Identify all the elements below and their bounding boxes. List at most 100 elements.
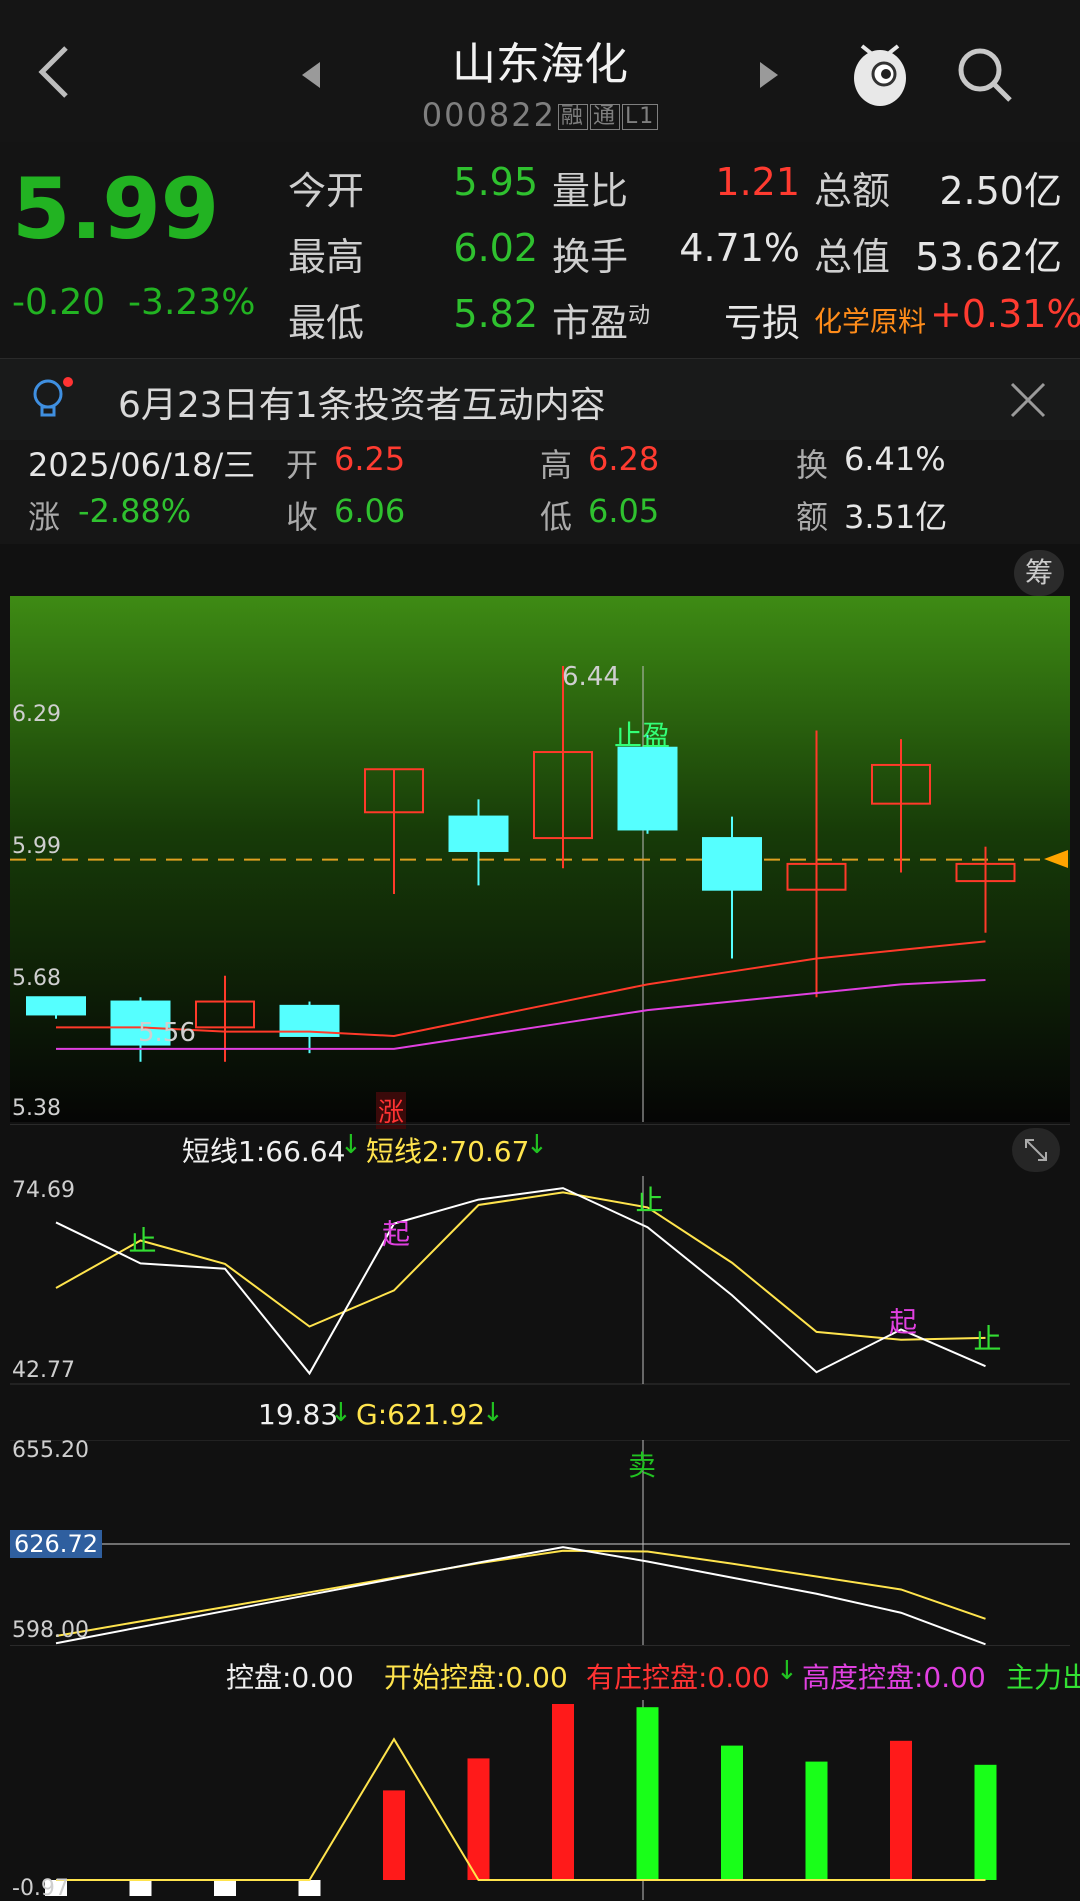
short-line-chart[interactable]: 止起止起止 bbox=[0, 1176, 1080, 1386]
control-bar bbox=[467, 1758, 490, 1880]
low-price-label: 5.56 bbox=[138, 1018, 196, 1048]
change-percent: -3.23% bbox=[128, 282, 256, 323]
control-label: 控盘:0.00 bbox=[226, 1661, 354, 1694]
ohlc-amt-label: 额 bbox=[796, 498, 829, 536]
search-icon[interactable] bbox=[956, 46, 1014, 104]
control-bar bbox=[636, 1707, 659, 1880]
current-price-marker-icon bbox=[1044, 850, 1068, 868]
change-value: -0.20 bbox=[12, 282, 106, 323]
ohlc-info: 2025/06/18/三 开 6.25 高 6.28 换 6.41% 涨 -2.… bbox=[0, 440, 1080, 544]
axis-label-top: 6.29 bbox=[12, 702, 61, 727]
axis-label-mid: 5.68 bbox=[12, 966, 61, 991]
candle-body bbox=[448, 815, 509, 852]
high-control-label: 高度控盘:0.00 bbox=[802, 1661, 986, 1694]
industry-link[interactable]: 化学原料 bbox=[814, 300, 926, 340]
current-price: 5.99 bbox=[12, 160, 220, 258]
short-axis-bottom: 42.77 bbox=[12, 1358, 75, 1383]
value-market-cap: 53.62亿 bbox=[915, 235, 1062, 279]
ohlc-high-label: 高 bbox=[540, 446, 573, 484]
value-low: 5.82 bbox=[453, 292, 538, 336]
short-line-1-label: 短线1:66.64 bbox=[182, 1135, 346, 1168]
control-bar bbox=[383, 1790, 405, 1880]
ohlc-high: 6.28 bbox=[588, 440, 660, 478]
price-change: -0.20 -3.23% bbox=[12, 282, 255, 323]
ohlc-amt: 3.51亿 bbox=[844, 498, 948, 536]
value-turnover: 4.71% bbox=[679, 226, 800, 270]
control-bar bbox=[890, 1740, 912, 1880]
ohlc-open: 6.25 bbox=[334, 440, 406, 478]
control-bar bbox=[298, 1880, 321, 1896]
signal-tag: 止 bbox=[636, 1184, 664, 1217]
short-line-1-arrow: ↓ bbox=[340, 1130, 362, 1160]
bottom-axis-label: -0.97 bbox=[12, 1876, 69, 1901]
ohlc-turn: 6.41% bbox=[844, 440, 946, 478]
g-line-white bbox=[55, 1546, 986, 1645]
signal-tag: 止 bbox=[974, 1323, 1002, 1356]
control-line bbox=[56, 1737, 986, 1881]
g-panel-arrow-2: ↓ bbox=[482, 1398, 504, 1428]
value-open: 5.95 bbox=[453, 160, 538, 204]
ohlc-turn-label: 换 bbox=[796, 446, 829, 484]
ohlc-low: 6.05 bbox=[588, 492, 660, 530]
signal-tag: 起 bbox=[889, 1306, 917, 1339]
short-line-2-label: 短线2:70.67 bbox=[366, 1135, 530, 1168]
candle-body bbox=[617, 746, 678, 831]
close-icon[interactable] bbox=[1008, 380, 1048, 420]
ohlc-chg: -2.88% bbox=[78, 492, 192, 530]
signal-tag: 止 bbox=[129, 1224, 157, 1257]
ohlc-chg-label: 涨 bbox=[28, 498, 61, 536]
axis-label-current: 5.99 bbox=[12, 834, 61, 859]
label-high: 最高 bbox=[288, 235, 365, 279]
dealer-control-label: 有庄控盘:0.00 bbox=[586, 1661, 770, 1694]
panel-divider bbox=[10, 1124, 1070, 1125]
signal-tag: 起 bbox=[382, 1217, 410, 1250]
value-volume-ratio: 1.21 bbox=[715, 160, 800, 204]
value-high: 6.02 bbox=[453, 226, 538, 270]
control-bar-chart[interactable] bbox=[0, 1700, 1080, 1900]
g-panel-label-2: G:621.92 bbox=[356, 1398, 486, 1431]
label-pe: 市盈动 bbox=[552, 301, 651, 345]
label-open: 今开 bbox=[288, 169, 365, 213]
control-bar bbox=[805, 1761, 828, 1880]
label-low: 最低 bbox=[288, 301, 365, 345]
badge-rong: 融 bbox=[557, 104, 588, 130]
g-axis-top: 655.20 bbox=[12, 1438, 89, 1463]
expand-icon bbox=[1025, 1139, 1047, 1161]
main-force-label: 主力出 bbox=[1006, 1661, 1080, 1694]
dealer-control-arrow: ↓ bbox=[776, 1656, 798, 1686]
control-bar bbox=[552, 1704, 574, 1880]
label-amount: 总额 bbox=[814, 169, 891, 213]
short-line-2-arrow: ↓ bbox=[526, 1130, 548, 1160]
ohlc-date: 2025/06/18/三 bbox=[28, 446, 256, 484]
panel-divider-2 bbox=[10, 1645, 1070, 1646]
chip-distribution-button[interactable]: 筹 bbox=[1014, 550, 1064, 596]
candle-body bbox=[702, 837, 762, 891]
label-volume-ratio: 量比 bbox=[552, 169, 629, 213]
control-bar bbox=[721, 1745, 743, 1880]
g-panel-label-1: 19.83 bbox=[258, 1398, 339, 1431]
g-axis-mid: 626.72 bbox=[10, 1530, 102, 1558]
value-amount: 2.50亿 bbox=[939, 169, 1062, 213]
start-control-label: 开始控盘:0.00 bbox=[384, 1661, 568, 1694]
industry-change: +0.31% bbox=[930, 292, 1080, 336]
sell-tag: 卖 bbox=[628, 1449, 657, 1482]
g-panel-arrow-1: ↓ bbox=[330, 1398, 352, 1428]
lightbulb-icon bbox=[33, 377, 73, 417]
stock-code-row: 000822 融通 L1 bbox=[0, 96, 1080, 134]
ohlc-close: 6.06 bbox=[334, 492, 406, 530]
control-bar bbox=[129, 1880, 152, 1896]
notice-text[interactable]: 6月23日有1条投资者互动内容 bbox=[118, 376, 606, 428]
g-line-chart[interactable] bbox=[0, 1440, 1080, 1645]
take-profit-tag: 止盈 bbox=[614, 719, 671, 752]
mascot-icon[interactable] bbox=[848, 38, 912, 110]
expand-button[interactable] bbox=[1012, 1128, 1060, 1172]
g-line-yellow bbox=[55, 1549, 986, 1638]
value-pe: 亏损 bbox=[723, 301, 800, 345]
triangle-right-icon[interactable] bbox=[758, 60, 780, 90]
label-turnover: 换手 bbox=[552, 235, 629, 279]
control-bar bbox=[214, 1880, 236, 1896]
axis-label-bottom: 5.38 bbox=[12, 1096, 61, 1121]
top-navbar: 山东海化 000822 融通 L1 bbox=[0, 0, 1080, 142]
short-axis-top: 74.69 bbox=[12, 1178, 75, 1203]
peak-price-label: 6.44 bbox=[562, 662, 620, 692]
